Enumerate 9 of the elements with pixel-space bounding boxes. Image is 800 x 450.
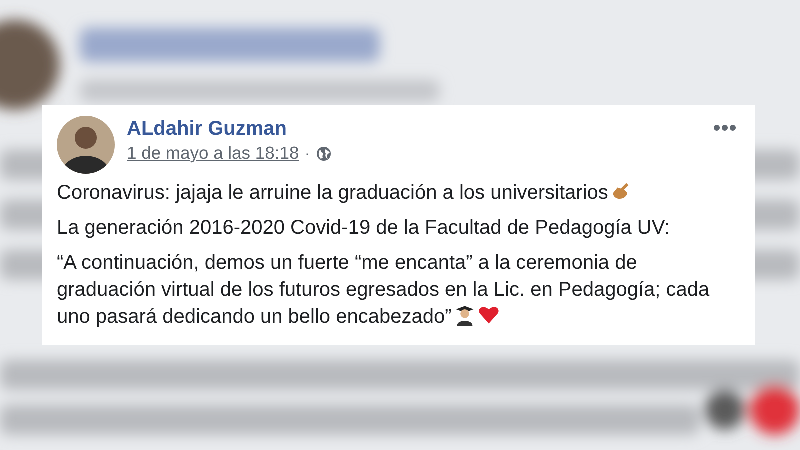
heart-icon xyxy=(478,304,500,326)
post-text: “A continuación, demos un fuerte “me encanta” a la ceremonia de graduación virtual de los futuros egresados en la Lic. en Pedagogía; cada uno pasará dedicando un bello encabezado” xyxy=(57,251,711,330)
post-timestamp[interactable]: 1 de mayo a las 18:18 xyxy=(127,143,300,164)
separator-dot: · xyxy=(305,146,310,161)
globe-icon xyxy=(316,146,332,162)
post-text: La generación 2016-2020 Covid-19 de la Facultad de Pedagogía UV: xyxy=(57,216,672,241)
post-text: Coronavirus: jajaja le arruine la graduación a los universitarios xyxy=(57,180,739,207)
author-name[interactable]: ALdahir Guzman xyxy=(127,118,288,141)
more-options-icon[interactable] xyxy=(711,122,739,134)
